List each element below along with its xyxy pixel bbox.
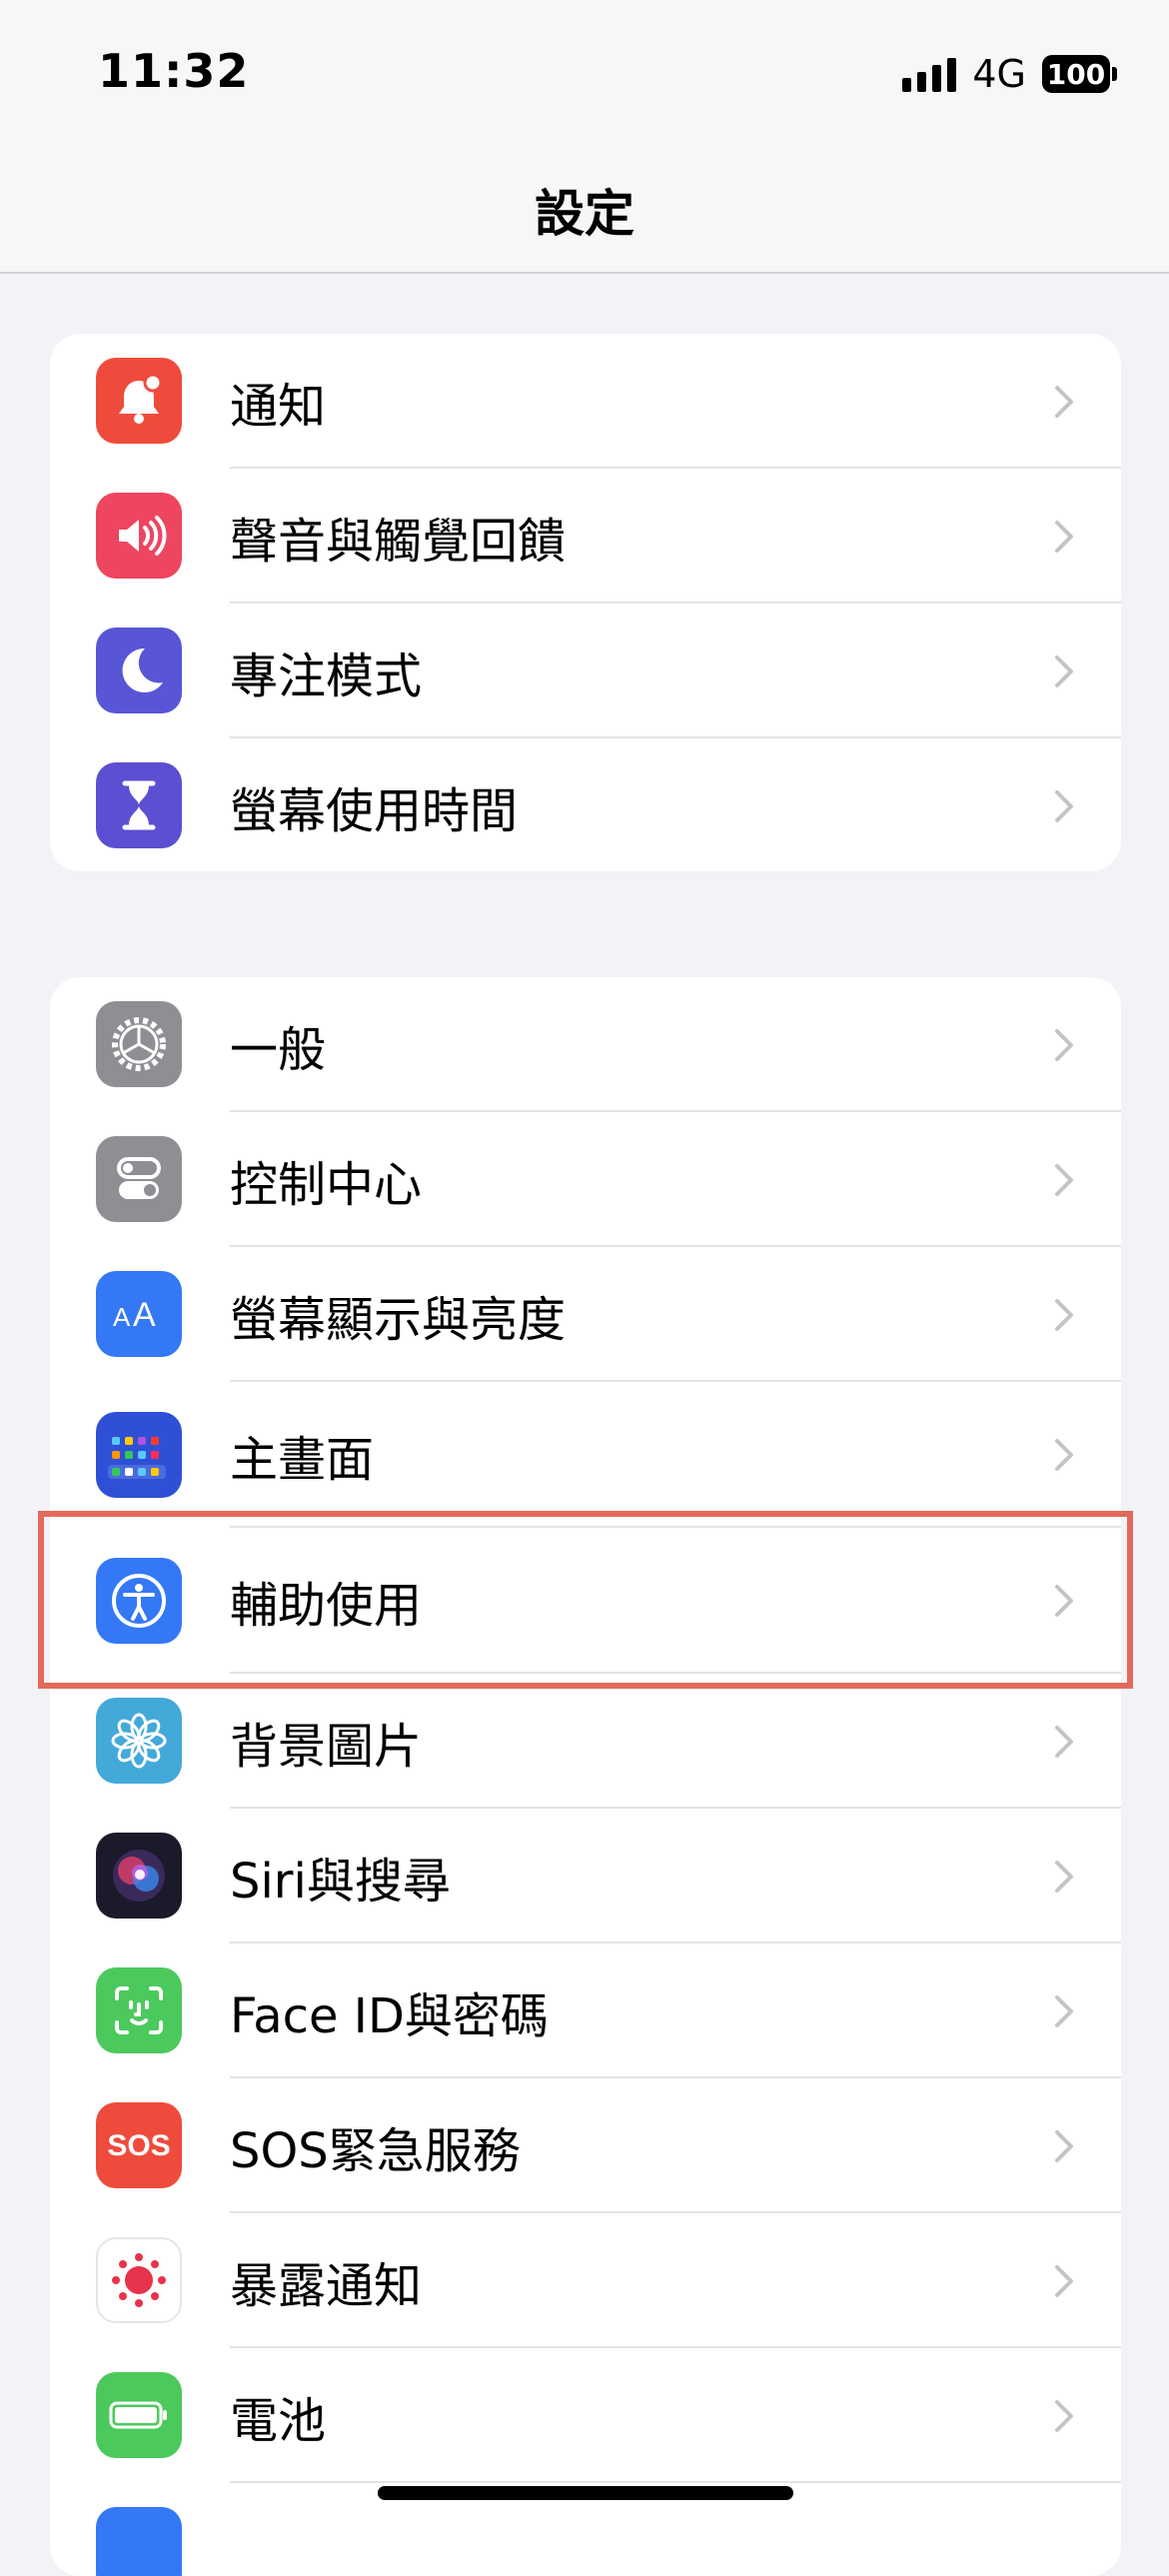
chevron-right-icon xyxy=(1053,738,1075,871)
settings-row-label: 控制中心 xyxy=(230,1156,423,1213)
settings-row-siri[interactable]: Siri與搜尋 xyxy=(50,1809,1121,1943)
settings-row-label: 專注模式 xyxy=(230,647,423,704)
settings-row-notifications[interactable]: 通知 xyxy=(50,334,1121,469)
settings-row-battery[interactable]: 電池 xyxy=(50,2348,1121,2483)
settings-row-focus[interactable]: 專注模式 xyxy=(50,604,1121,738)
settings-row-label: 主畫面 xyxy=(230,1432,375,1488)
page-title: 設定 xyxy=(535,185,634,243)
settings-row-face-id[interactable]: Face ID與密碼 xyxy=(50,1943,1121,2078)
notifications-icon xyxy=(96,358,182,444)
status-time: 11:32 xyxy=(98,44,250,98)
settings-row-wallpaper[interactable]: 背景圖片 xyxy=(50,1674,1121,1809)
sounds-icon xyxy=(96,493,182,579)
settings-row-label: 電池 xyxy=(230,2392,327,2449)
focus-moon-icon xyxy=(96,628,182,713)
gear-icon xyxy=(96,1001,182,1087)
exposure-notification-icon xyxy=(96,2237,182,2323)
status-indicators: 4G 100 xyxy=(902,52,1117,96)
cellular-signal-icon xyxy=(902,56,957,92)
chevron-right-icon xyxy=(1053,2078,1075,2213)
navigation-bar: 11:32 4G 100 設定 xyxy=(0,0,1169,274)
home-screen-grid-icon xyxy=(96,1412,182,1498)
screen-time-hourglass-icon xyxy=(96,762,182,848)
settings-row-home-screen[interactable]: 主畫面 xyxy=(50,1382,1121,1528)
accessibility-icon xyxy=(96,1558,182,1644)
settings-row-label: 螢幕顯示與亮度 xyxy=(230,1291,567,1348)
settings-row-exposure-notification[interactable]: 暴露通知 xyxy=(50,2213,1121,2348)
face-id-icon xyxy=(96,1967,182,2053)
battery-status-icon: 100 xyxy=(1042,55,1117,93)
chevron-right-icon xyxy=(1053,1943,1075,2078)
settings-row-label: 背景圖片 xyxy=(230,1718,423,1775)
chevron-right-icon xyxy=(1053,1528,1075,1674)
toggles-icon xyxy=(96,1136,182,1222)
settings-row-label: Face ID與密碼 xyxy=(230,1987,549,2044)
settings-row-label: Siri與搜尋 xyxy=(230,1853,451,1910)
privacy-hand-icon xyxy=(96,2507,182,2576)
chevron-right-icon xyxy=(1053,1112,1075,1247)
settings-row-label: 暴露通知 xyxy=(230,2257,423,2314)
chevron-right-icon xyxy=(1053,1674,1075,1809)
settings-row-accessibility[interactable]: 輔助使用 xyxy=(50,1528,1121,1674)
settings-row-label: 聲音與觸覺回饋 xyxy=(230,513,567,570)
svg-text:A: A xyxy=(133,1296,156,1334)
chevron-right-icon xyxy=(1053,1809,1075,1943)
chevron-right-icon xyxy=(1053,1382,1075,1528)
chevron-right-icon xyxy=(1053,1247,1075,1382)
settings-row-label: 一般 xyxy=(230,1021,327,1078)
siri-icon xyxy=(96,1833,182,1919)
sos-icon: SOS xyxy=(96,2102,182,2188)
chevron-right-icon xyxy=(1053,977,1075,1112)
battery-icon xyxy=(96,2372,182,2458)
settings-group-2: 一般 控制中心 A A 螢幕顯示與亮度 主畫面 輔助使用 背景圖片 Siri與搜… xyxy=(50,977,1121,2576)
display-aa-icon: A A xyxy=(96,1271,182,1357)
settings-row-label: SOS緊急服務 xyxy=(230,2122,521,2179)
settings-row-label: 螢幕使用時間 xyxy=(230,782,519,839)
settings-row-screen-time[interactable]: 螢幕使用時間 xyxy=(50,738,1121,871)
svg-text:SOS: SOS xyxy=(107,2129,170,2162)
chevron-right-icon xyxy=(1053,334,1075,469)
svg-text:A: A xyxy=(113,1302,131,1332)
chevron-right-icon xyxy=(1053,469,1075,604)
chevron-right-icon xyxy=(1053,2213,1075,2348)
settings-row-display[interactable]: A A 螢幕顯示與亮度 xyxy=(50,1247,1121,1382)
wallpaper-flower-icon xyxy=(96,1698,182,1784)
settings-row-general[interactable]: 一般 xyxy=(50,977,1121,1112)
chevron-right-icon xyxy=(1053,604,1075,738)
settings-row-control-center[interactable]: 控制中心 xyxy=(50,1112,1121,1247)
chevron-right-icon xyxy=(1053,2348,1075,2483)
home-indicator[interactable] xyxy=(378,2486,793,2500)
settings-row-label: 通知 xyxy=(230,378,327,435)
network-type: 4G xyxy=(972,52,1026,96)
settings-row-sounds[interactable]: 聲音與觸覺回饋 xyxy=(50,469,1121,604)
settings-row-label: 輔助使用 xyxy=(230,1578,423,1634)
battery-level: 100 xyxy=(1042,55,1110,93)
settings-group-1: 通知 聲音與觸覺回饋 專注模式 螢幕使用時間 xyxy=(50,334,1121,871)
settings-row-sos[interactable]: SOS SOS緊急服務 xyxy=(50,2078,1121,2213)
